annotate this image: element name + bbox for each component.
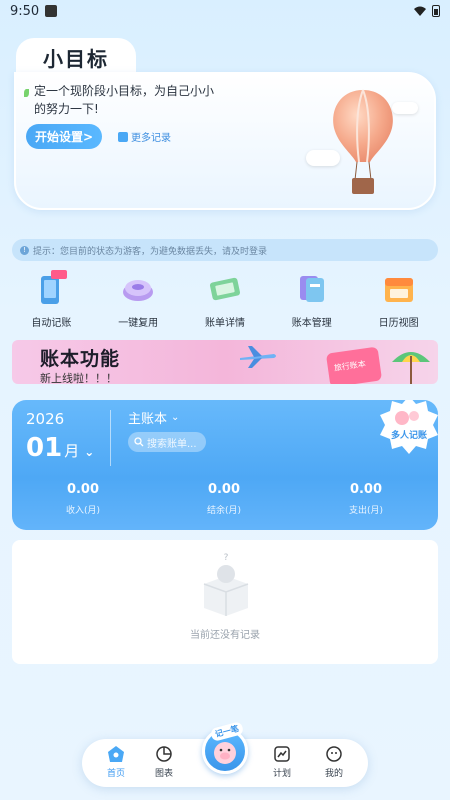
wifi-icon <box>414 6 426 16</box>
airplane-icon <box>240 346 276 368</box>
empty-box-icon: ? <box>203 553 249 616</box>
expense-label: 支出(月) <box>348 506 384 516</box>
feature-label: 自动记账 <box>31 318 72 329</box>
ledger-icon <box>299 276 324 302</box>
tab-plan[interactable]: 计划 <box>262 745 302 779</box>
start-setting-button[interactable]: 开始设置> <box>26 124 102 149</box>
ledger-selector[interactable]: 主账本 ⌄ <box>128 408 179 427</box>
feature-grid: 自动记账 一键复用 账单详情 账本管理 日历视图 <box>0 270 450 330</box>
expense-stat: 0.00 支出(月) <box>316 482 416 516</box>
income-value: 0.00 <box>66 482 100 497</box>
feature-calendar-view[interactable]: 日历视图 <box>359 270 439 330</box>
multi-user-badge[interactable]: 多人记账 <box>378 400 438 456</box>
profile-icon <box>326 746 342 762</box>
tab-mine[interactable]: 我的 <box>314 745 354 779</box>
feature-label: 账本管理 <box>291 318 332 329</box>
records-list-empty: ? 当前还没有记录 <box>12 540 438 664</box>
tab-chart[interactable]: 图表 <box>144 745 184 779</box>
records-icon <box>118 131 128 142</box>
beach-umbrella-icon <box>392 352 430 384</box>
add-record-button[interactable]: 记一笔 <box>202 721 248 774</box>
income-stat: 0.00 收入(月) <box>33 482 133 516</box>
pie-chart-icon <box>156 746 172 762</box>
feature-auto-record[interactable]: 自动记账 <box>11 270 91 330</box>
hot-air-balloon-icon <box>333 89 393 194</box>
notice-text: 提示：您目前的状态为游客，为避免数据丢失，请及时登录 <box>33 246 268 257</box>
tab-home[interactable]: 首页 <box>96 745 136 779</box>
guest-notice-bar[interactable]: ! 提示：您目前的状态为游客，为避免数据丢失，请及时登录 <box>12 239 438 261</box>
search-icon <box>134 437 144 447</box>
status-bar: 9:50 <box>0 0 450 22</box>
tab-label: 图表 <box>154 769 173 779</box>
badge-text: 多人记账 <box>391 429 427 441</box>
button-icon <box>123 280 154 301</box>
bill-search-input[interactable]: 搜索账单... <box>128 432 206 452</box>
home-icon <box>108 746 124 762</box>
battery-icon <box>432 5 440 17</box>
banner-subtitle: 新上线啦！！！ <box>40 372 117 384</box>
feature-bill-detail[interactable]: 账单详情 <box>185 270 265 330</box>
leaf-icon <box>24 89 29 97</box>
tab-label: 计划 <box>272 769 291 779</box>
bill-icon <box>209 277 240 301</box>
more-records-link[interactable]: 更多记录 <box>118 129 171 144</box>
income-label: 收入(月) <box>65 506 101 516</box>
phone-new-icon <box>41 270 68 304</box>
chevron-down-icon: ⌄ <box>84 445 95 459</box>
feature-ledger-manage[interactable]: 账本管理 <box>272 270 352 330</box>
suitcase-icon: 旅行账本 <box>325 346 383 384</box>
balance-value: 0.00 <box>207 482 241 497</box>
goal-description: 定一个现阶段小目标，为自己小小的努力一下! <box>34 84 215 116</box>
banner-tag: 旅行账本 <box>333 359 367 373</box>
account-summary-card: 2026 01 月 ⌄ 主账本 ⌄ 搜索账单... 多人记账 0.00 收入(月… <box>12 400 438 530</box>
month-unit: 月 <box>64 442 80 460</box>
account-year[interactable]: 2026 <box>26 410 64 428</box>
search-placeholder: 搜索账单... <box>147 438 197 450</box>
divider <box>110 410 111 466</box>
account-month: 01 <box>26 433 63 463</box>
balance-label: 结余(月) <box>206 506 242 516</box>
goal-card: 定一个现阶段小目标，为自己小小的努力一下! 开始设置> 更多记录 <box>14 72 436 210</box>
more-records-label: 更多记录 <box>131 133 171 144</box>
expense-value: 0.00 <box>349 482 383 497</box>
ledger-name: 主账本 <box>128 412 168 427</box>
goal-title: 小目标 <box>16 38 136 76</box>
month-selector[interactable]: 01 月 ⌄ <box>26 433 94 463</box>
banner-title: 账本功能 <box>40 348 121 370</box>
notification-icon <box>45 5 58 17</box>
empty-text: 当前还没有记录 <box>190 630 260 641</box>
feature-label: 日历视图 <box>378 318 419 329</box>
info-icon: ! <box>20 245 29 255</box>
tab-label: 我的 <box>324 769 343 779</box>
tab-label: 首页 <box>106 769 125 779</box>
chevron-down-icon: ⌄ <box>171 412 180 423</box>
svg-text:?: ? <box>224 553 229 563</box>
feature-label: 一键复用 <box>118 318 159 329</box>
feature-label: 账单详情 <box>204 318 245 329</box>
status-time: 9:50 <box>10 3 40 19</box>
trend-icon <box>274 746 290 762</box>
balance-stat: 0.00 结余(月) <box>174 482 274 516</box>
calendar-icon <box>384 278 413 302</box>
ledger-feature-banner[interactable]: 账本功能 新上线啦！！！ 旅行账本 <box>12 340 438 384</box>
feature-one-click-reuse[interactable]: 一键复用 <box>98 270 178 330</box>
